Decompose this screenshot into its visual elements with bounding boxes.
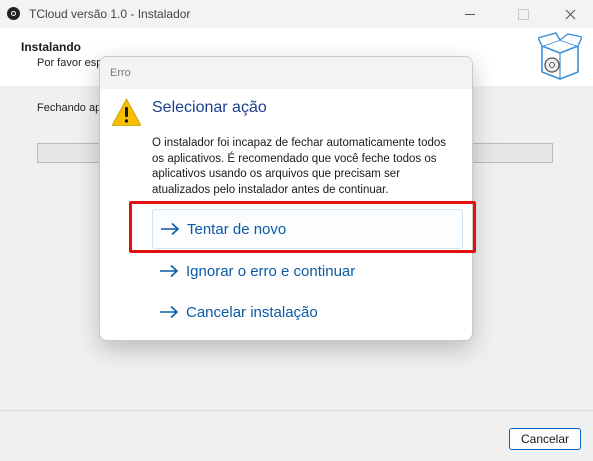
window-titlebar: TCloud versão 1.0 - Instalador (0, 0, 593, 28)
arrow-right-icon (160, 264, 179, 278)
page-subheading: Por favor esp (37, 57, 103, 69)
window-title: TCloud versão 1.0 - Instalador (29, 7, 191, 21)
footer-divider (0, 410, 593, 411)
close-button[interactable] (547, 0, 593, 28)
cancel-install-command-link[interactable]: Cancelar instalação (152, 292, 463, 332)
warning-icon (111, 98, 142, 126)
dialog-title: Erro (110, 67, 131, 79)
ignore-label: Ignorar o erro e continuar (186, 262, 356, 280)
tcloud-logo-icon (7, 7, 20, 20)
minimize-button[interactable] (447, 0, 493, 28)
minimize-icon (465, 13, 475, 15)
cancel-install-label: Cancelar instalação (186, 303, 318, 321)
close-icon (565, 9, 575, 19)
dialog-heading: Selecionar ação (152, 99, 267, 116)
arrow-right-icon (160, 305, 179, 319)
dialog-titlebar: Erro (100, 57, 472, 89)
retry-label: Tentar de novo (187, 220, 287, 238)
maximize-icon (517, 8, 529, 20)
ignore-command-link[interactable]: Ignorar o erro e continuar (152, 251, 463, 291)
maximize-button[interactable] (500, 0, 546, 28)
arrow-right-icon (161, 222, 180, 236)
error-dialog: Erro Selecionar ação O instalador foi in… (99, 56, 473, 341)
dialog-message: O instalador foi incapaz de fechar autom… (152, 137, 447, 196)
software-box-icon (538, 32, 582, 80)
page-heading: Instalando (21, 40, 82, 54)
status-text: Fechando apl (37, 102, 104, 114)
cancel-button[interactable]: Cancelar (509, 428, 581, 450)
retry-command-link[interactable]: Tentar de novo (152, 209, 463, 249)
